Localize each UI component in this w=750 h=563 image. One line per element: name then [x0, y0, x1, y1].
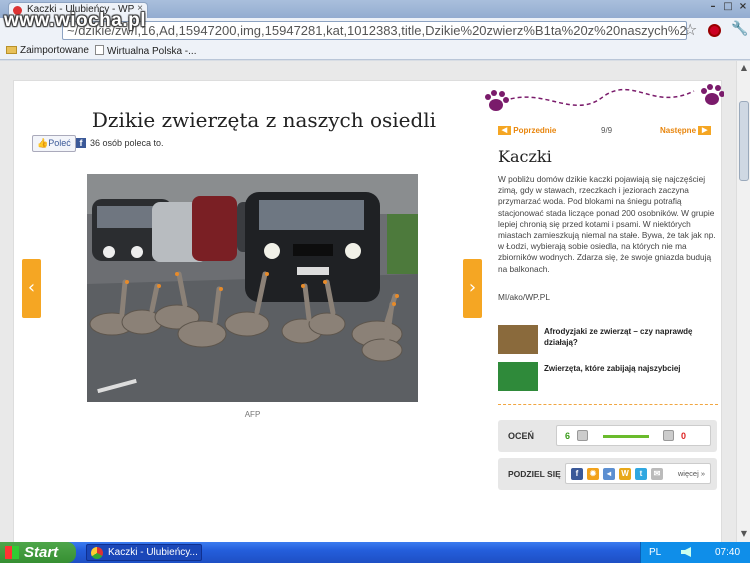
- more-share-link[interactable]: więcej »: [678, 469, 705, 478]
- divider: [498, 404, 718, 405]
- photo-caption: AFP: [244, 410, 261, 419]
- arrow-left-icon: ◀: [498, 126, 511, 136]
- rating-widget: 6 0: [556, 425, 711, 446]
- chrome-icon: [91, 547, 103, 559]
- photo-counter: 9/9: [601, 126, 613, 135]
- maximize-icon[interactable]: □: [721, 1, 735, 13]
- clock: 07:40: [715, 547, 741, 558]
- task-label: Kaczki - Ulubieńcy...: [108, 547, 198, 558]
- like-label: Poleć: [48, 138, 71, 148]
- page-icon: [95, 45, 104, 55]
- photo-title: Kaczki: [498, 147, 552, 166]
- volume-icon[interactable]: [681, 547, 691, 557]
- extension-icon[interactable]: [708, 24, 721, 37]
- blip-share-icon[interactable]: ◂: [603, 468, 615, 480]
- fb-like-button[interactable]: 👍Poleć: [32, 135, 76, 152]
- rating-bar-fill: [603, 435, 649, 438]
- share-widget: f ✹ ◂ W t ✉ więcej »: [565, 463, 711, 484]
- next-arrow-glyph: ›: [468, 277, 477, 298]
- related-thumbnail: [498, 362, 538, 391]
- thumb-up-icon[interactable]: [577, 430, 588, 441]
- windows-logo-icon: [5, 546, 19, 559]
- email-share-icon[interactable]: ✉: [651, 468, 663, 480]
- facebook-icon: f: [76, 138, 86, 148]
- next-photo-button[interactable]: ›: [463, 259, 482, 318]
- start-button[interactable]: Start: [0, 542, 76, 563]
- share-label: PODZIEL SIĘ: [508, 469, 561, 479]
- bookmark-item[interactable]: Wirtualna Polska -...: [95, 45, 196, 57]
- like-count: 36 osób poleca to.: [90, 138, 164, 148]
- scroll-down-icon[interactable]: ▼: [739, 529, 749, 539]
- bookmark-label: Zaimportowane: [20, 45, 89, 56]
- prev-label: Poprzednie: [513, 126, 557, 135]
- thumb-down-icon[interactable]: [663, 430, 674, 441]
- gallery-pager: ◀ Poprzednie 9/9 Następne ▶: [498, 126, 718, 140]
- bookmarks-bar: Zaimportowane Wirtualna Polska -...: [0, 43, 750, 60]
- gallery-card: Dzikie zwierzęta z naszych osiedli 👍Pole…: [13, 80, 724, 542]
- related-item[interactable]: Afrodyzjaki ze zwierząt – czy naprawdę d…: [498, 325, 718, 355]
- next-link[interactable]: Następne ▶: [660, 126, 712, 136]
- prev-link[interactable]: ◀ Poprzednie: [498, 126, 557, 136]
- related-thumbnail: [498, 325, 538, 354]
- taskbar-chrome-task[interactable]: Kaczki - Ulubieńcy...: [86, 544, 202, 561]
- page-scrollbar[interactable]: ▲ ▼: [736, 61, 750, 542]
- prev-photo-button[interactable]: ‹: [22, 259, 41, 318]
- bookmark-star-icon[interactable]: ☆: [683, 20, 697, 39]
- scroll-up-icon[interactable]: ▲: [739, 63, 749, 73]
- paw-decoration: [485, 84, 724, 111]
- related-label: Zwierzęta, które zabijają najszybciej: [544, 364, 681, 373]
- sun-share-icon[interactable]: ✹: [587, 468, 599, 480]
- rate-label: OCEŃ: [508, 431, 535, 441]
- url-field[interactable]: ~/dzikie/zw/l,16,Ad,15947200,img,1594728…: [62, 21, 687, 40]
- positive-count: 6: [565, 431, 571, 441]
- share-box: PODZIEL SIĘ f ✹ ◂ W t ✉ więcej »: [498, 458, 717, 490]
- bookmark-folder[interactable]: Zaimportowane: [6, 45, 89, 56]
- gallery-photo: [87, 174, 418, 402]
- rating-bar: [603, 435, 649, 438]
- next-label: Następne: [660, 126, 697, 135]
- wrench-menu-icon[interactable]: 🔧: [731, 21, 748, 37]
- desktop-window: Kaczki - Ulubieńcy - WP × – □ × ~/dzikie…: [0, 0, 750, 563]
- folder-icon: [6, 46, 17, 54]
- facebook-share-icon[interactable]: f: [571, 468, 583, 480]
- negative-count: 0: [681, 431, 687, 441]
- windows-taskbar: Start Kaczki - Ulubieńcy... PL 07:40: [0, 542, 750, 563]
- scrollbar-thumb[interactable]: [739, 101, 749, 181]
- prev-arrow-glyph: ‹: [27, 277, 36, 298]
- twitter-share-icon[interactable]: t: [635, 468, 647, 480]
- related-item[interactable]: Zwierzęta, które zabijają najszybciej: [498, 362, 718, 392]
- minimize-icon[interactable]: –: [706, 1, 720, 13]
- page-title: Dzikie zwierzęta z naszych osiedli: [91, 108, 437, 132]
- arrow-right-icon: ▶: [698, 126, 712, 136]
- rating-box: OCEŃ 6 0: [498, 420, 717, 452]
- photo-credit: MI/ako/WP.PL: [498, 292, 550, 302]
- photo-description: W pobliżu domów dzikie kaczki pojawiają …: [498, 174, 716, 274]
- start-label: Start: [24, 544, 59, 561]
- language-indicator[interactable]: PL: [649, 547, 661, 558]
- page-viewport: Dzikie zwierzęta z naszych osiedli 👍Pole…: [0, 61, 736, 542]
- related-label: Afrodyzjaki ze zwierząt – czy naprawdę d…: [544, 327, 693, 347]
- bookmark-label: Wirtualna Polska -...: [107, 46, 197, 57]
- close-window-icon[interactable]: ×: [736, 1, 750, 13]
- wykop-share-icon[interactable]: W: [619, 468, 631, 480]
- system-tray: PL 07:40: [640, 542, 750, 563]
- wiocha-watermark: www.wiocha.pl: [4, 10, 146, 31]
